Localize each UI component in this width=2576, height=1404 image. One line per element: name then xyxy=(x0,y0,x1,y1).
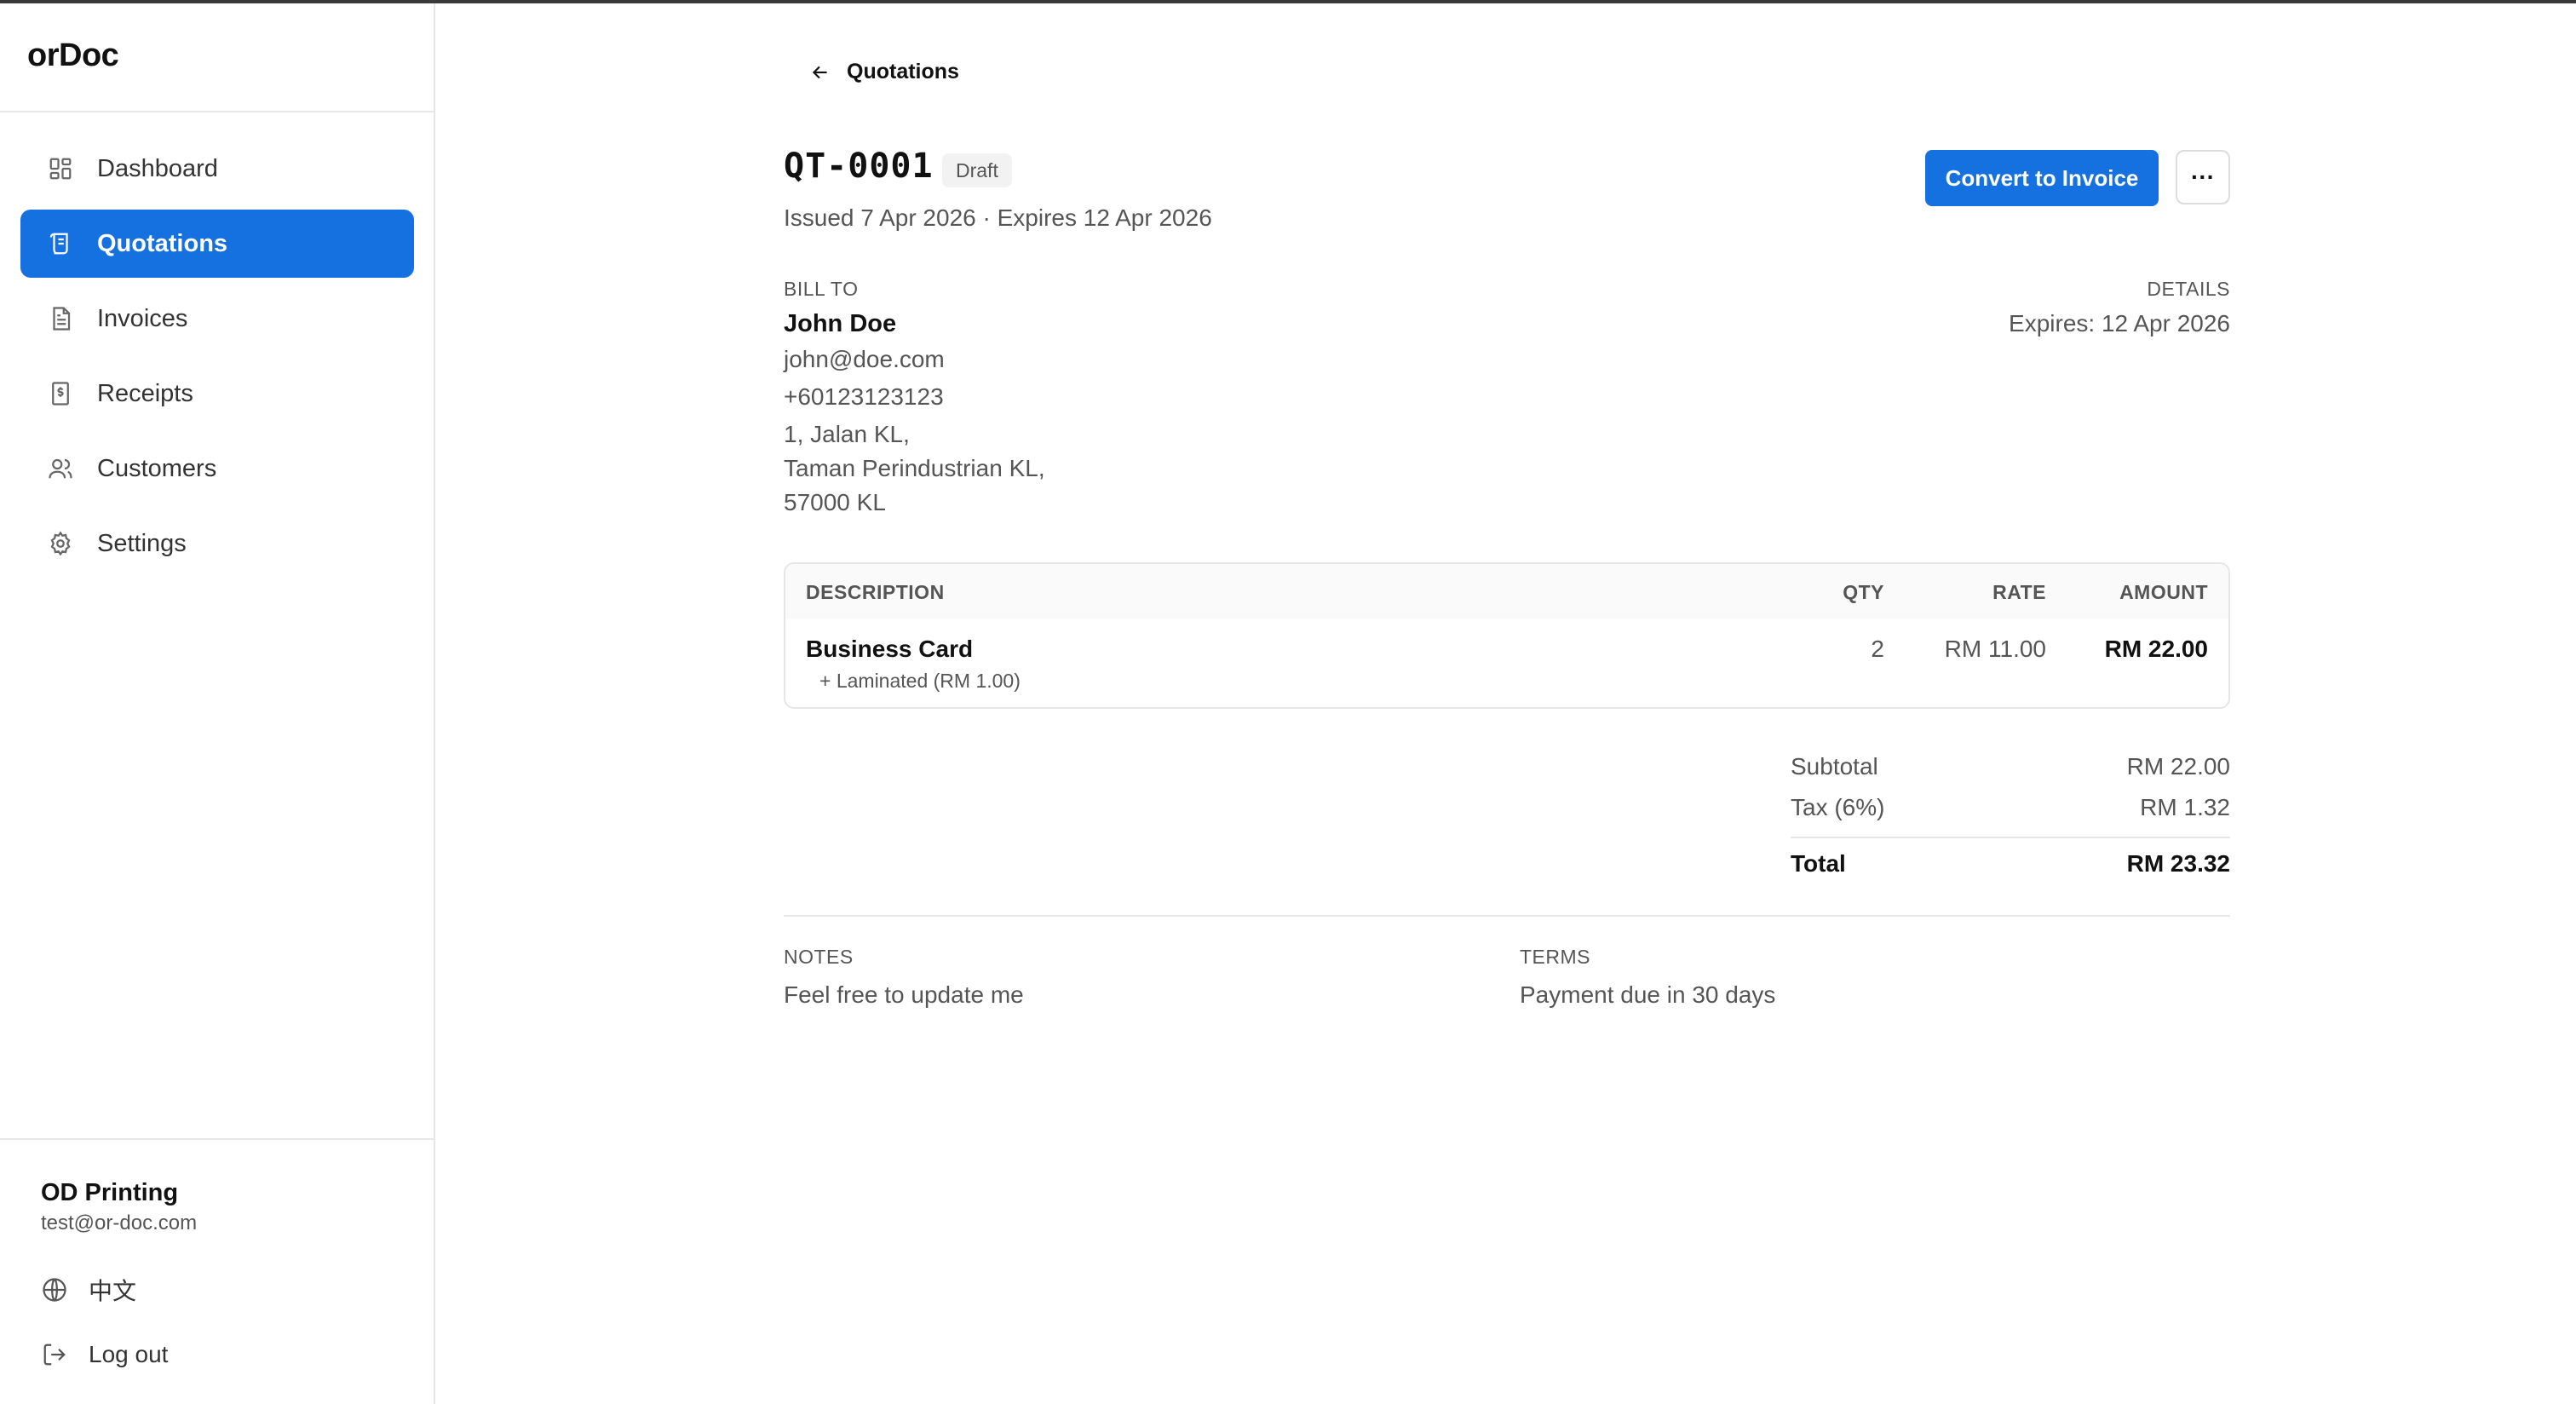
item-amount: RM 22.00 xyxy=(2104,636,2208,662)
notes-text: Feel free to update me xyxy=(784,981,1024,1008)
invoice-icon xyxy=(48,306,73,331)
quotation-detail: Quotations QT-0001 Draft Issued 7 Apr 20… xyxy=(784,0,2230,1404)
arrow-left-icon xyxy=(809,61,831,83)
total-value: RM 23.32 xyxy=(2126,850,2230,877)
dashboard-icon xyxy=(48,156,73,181)
divider xyxy=(1791,837,2230,838)
customer-name: John Doe xyxy=(784,310,897,337)
issued-expires-line: Issued 7 Apr 2026 · Expires 12 Apr 2026 xyxy=(784,204,1212,231)
details-label: DETAILS xyxy=(2147,278,2230,300)
bill-to-label: BILL TO xyxy=(784,278,859,300)
line-items-table: DESCRIPTION QTY RATE AMOUNT Business Car… xyxy=(784,562,2230,709)
logout-label: Log out xyxy=(89,1341,169,1367)
more-options-button[interactable]: ··· xyxy=(2176,150,2230,204)
sidebar-item-dashboard[interactable]: Dashboard xyxy=(20,135,414,203)
language-switch-button[interactable]: 中文 xyxy=(41,1273,136,1307)
tax-value: RM 1.32 xyxy=(2140,794,2230,820)
customer-phone: +60123123123 xyxy=(784,383,944,410)
terms-label: TERMS xyxy=(1520,946,1590,968)
brand-logo[interactable]: orDoc xyxy=(27,37,119,74)
globe-icon xyxy=(41,1276,68,1303)
logout-icon xyxy=(41,1341,68,1368)
convert-to-invoice-button[interactable]: Convert to Invoice xyxy=(1925,150,2159,206)
back-link[interactable]: Quotations xyxy=(809,60,959,84)
customer-email: john@doe.com xyxy=(784,346,945,372)
terms-text: Payment due in 30 days xyxy=(1520,981,1776,1008)
sidebar-item-label: Dashboard xyxy=(97,154,218,182)
address-line: 1, Jalan KL, xyxy=(784,421,910,447)
sidebar-item-settings[interactable]: Settings xyxy=(20,509,414,578)
divider xyxy=(784,915,2230,917)
column-header-description: DESCRIPTION xyxy=(806,581,945,603)
subtotal-row: Subtotal RM 22.00 xyxy=(1791,753,2230,794)
page-title: QT-0001 xyxy=(784,147,934,186)
tax-label: Tax (6%) xyxy=(1791,794,1885,820)
item-rate: RM 11.00 xyxy=(1944,636,2046,662)
sidebar-item-label: Quotations xyxy=(97,229,228,257)
sidebar-item-label: Receipts xyxy=(97,379,193,407)
address-line: 57000 KL xyxy=(784,489,886,515)
sidebar-nav: Dashboard Quotations Invoices Receipts C… xyxy=(20,135,414,584)
more-icon: ··· xyxy=(2191,164,2215,190)
sidebar: orDoc Dashboard Quotations Invoices Rece… xyxy=(0,3,435,1404)
totals-summary: Subtotal RM 22.00 Tax (6%) RM 1.32 Total… xyxy=(1791,753,2230,891)
divider xyxy=(0,1138,434,1140)
back-label: Quotations xyxy=(847,60,959,83)
address-line: Taman Perindustrian KL, xyxy=(784,455,1045,481)
tax-row: Tax (6%) RM 1.32 xyxy=(1791,794,2230,835)
logout-button[interactable]: Log out xyxy=(41,1341,168,1368)
sidebar-item-customers[interactable]: Customers xyxy=(20,434,414,503)
sidebar-item-label: Settings xyxy=(97,529,187,557)
column-header-amount: AMOUNT xyxy=(2119,581,2208,603)
total-row: Total RM 23.32 xyxy=(1791,850,2230,891)
org-name: OD Printing xyxy=(41,1179,179,1206)
gear-icon xyxy=(48,531,73,556)
item-qty: 2 xyxy=(1871,636,1884,662)
subtotal-value: RM 22.00 xyxy=(2126,753,2230,780)
item-description: Business Card xyxy=(806,636,974,662)
quotations-icon xyxy=(48,231,73,256)
column-header-qty: QTY xyxy=(1843,581,1884,603)
receipt-icon xyxy=(48,381,73,406)
sidebar-item-label: Invoices xyxy=(97,304,188,332)
table-header: DESCRIPTION QTY RATE AMOUNT xyxy=(785,564,2228,619)
org-email: test@or-doc.com xyxy=(41,1211,198,1234)
column-header-rate: RATE xyxy=(1992,581,2046,603)
item-option: + Laminated (RM 1.00) xyxy=(819,670,1021,692)
language-label: 中文 xyxy=(89,1278,137,1304)
subtotal-label: Subtotal xyxy=(1791,753,1878,780)
total-label: Total xyxy=(1791,850,1846,877)
sidebar-item-quotations[interactable]: Quotations xyxy=(20,210,414,278)
notes-label: NOTES xyxy=(784,946,854,968)
sidebar-item-receipts[interactable]: Receipts xyxy=(20,360,414,428)
status-badge: Draft xyxy=(942,153,1012,187)
customers-icon xyxy=(48,456,73,481)
divider xyxy=(0,111,434,112)
sidebar-item-invoices[interactable]: Invoices xyxy=(20,285,414,353)
details-expires: Expires: 12 Apr 2026 xyxy=(2009,310,2230,337)
sidebar-item-label: Customers xyxy=(97,454,217,482)
